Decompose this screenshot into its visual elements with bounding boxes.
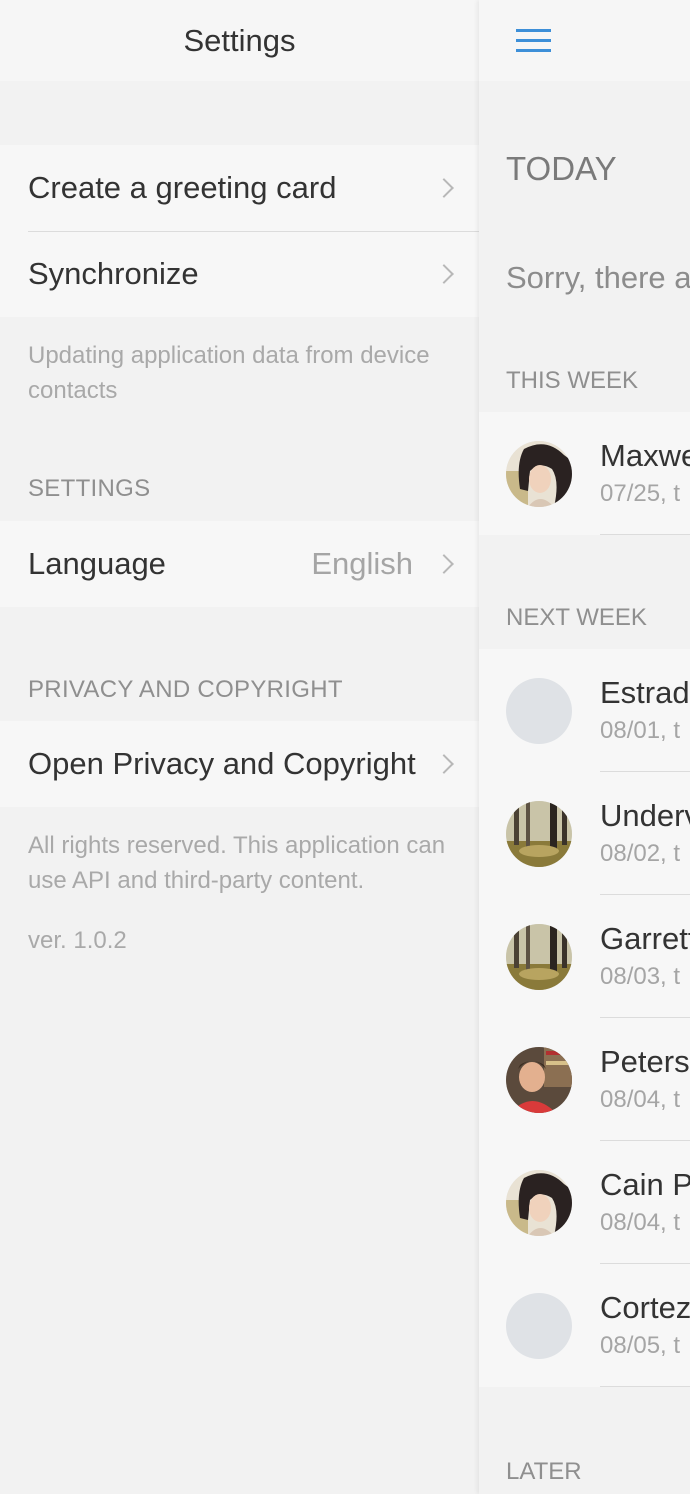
language-label: Language bbox=[28, 546, 166, 581]
divider bbox=[600, 1386, 690, 1387]
avatar bbox=[506, 1170, 572, 1236]
avatar bbox=[506, 441, 572, 507]
avatar-placeholder bbox=[506, 678, 572, 744]
top-settings-group: Create a greeting card Synchronize bbox=[0, 145, 479, 317]
next-week-list: Estrad 08/01, t Underv 08/02, t Garrett … bbox=[479, 649, 690, 1387]
privacy-group: Open Privacy and Copyright bbox=[0, 721, 479, 807]
contact-date: 08/04, t bbox=[600, 1086, 681, 1113]
open-privacy-label: Open Privacy and Copyright bbox=[28, 746, 416, 781]
contact-name: Garrett bbox=[600, 921, 690, 956]
chevron-right-icon bbox=[434, 754, 454, 774]
language-group: Language English bbox=[0, 521, 479, 607]
open-privacy-item[interactable]: Open Privacy and Copyright bbox=[0, 721, 479, 807]
contact-date: 08/03, t bbox=[600, 963, 681, 990]
contact-date: 08/04, t bbox=[600, 1209, 681, 1236]
avatar bbox=[506, 1047, 572, 1113]
avatar bbox=[506, 801, 572, 867]
list-item[interactable]: Underv 08/02, t bbox=[479, 772, 690, 895]
settings-title: Settings bbox=[183, 22, 296, 58]
divider bbox=[600, 534, 690, 535]
contact-date: 07/25, t bbox=[600, 480, 681, 507]
contact-name: Peterso bbox=[600, 1044, 690, 1079]
empty-message: Sorry, there ar bbox=[506, 260, 690, 295]
avatar bbox=[506, 924, 572, 990]
rights-note: All rights reserved. This application ca… bbox=[28, 832, 446, 894]
next-week-label: NEXT WEEK bbox=[506, 604, 647, 631]
list-item[interactable]: Garrett 08/03, t bbox=[479, 895, 690, 1018]
privacy-section-label: PRIVACY AND COPYRIGHT bbox=[28, 676, 343, 703]
avatar-placeholder bbox=[506, 1293, 572, 1359]
language-value: English bbox=[311, 546, 413, 581]
list-item[interactable]: Maxwe 07/25, t bbox=[479, 412, 690, 535]
contact-name: Underv bbox=[600, 798, 690, 833]
contact-date: 08/02, t bbox=[600, 840, 681, 867]
this-week-label: THIS WEEK bbox=[506, 367, 639, 394]
contact-name: Maxwe bbox=[600, 438, 690, 473]
later-label: LATER bbox=[506, 1458, 582, 1485]
version-text: ver. 1.0.2 bbox=[28, 927, 127, 954]
settings-header: Settings bbox=[0, 0, 479, 81]
settings-drawer: Settings Create a greeting card Synchron… bbox=[0, 0, 479, 1494]
settings-section-label: SETTINGS bbox=[28, 475, 151, 502]
synchronize-item[interactable]: Synchronize bbox=[0, 231, 479, 317]
contact-name: Cortez bbox=[600, 1290, 690, 1325]
contact-date: 08/01, t bbox=[600, 717, 681, 744]
this-week-list: Maxwe 07/25, t bbox=[479, 412, 690, 535]
create-greeting-card-item[interactable]: Create a greeting card bbox=[0, 145, 479, 231]
chevron-right-icon bbox=[434, 264, 454, 284]
today-heading: TODAY bbox=[506, 150, 617, 187]
contact-name: Estrad bbox=[600, 675, 690, 710]
chevron-right-icon bbox=[434, 554, 454, 574]
main-panel: TODAY Sorry, there ar THIS WEEK Maxwe 07… bbox=[479, 0, 690, 1494]
list-item[interactable]: Cain P 08/04, t bbox=[479, 1141, 690, 1264]
language-item[interactable]: Language English bbox=[0, 521, 479, 607]
list-item[interactable]: Peterso 08/04, t bbox=[479, 1018, 690, 1141]
synchronize-label: Synchronize bbox=[28, 256, 199, 291]
main-header bbox=[479, 0, 690, 81]
hamburger-menu-icon[interactable] bbox=[516, 29, 551, 52]
contact-name: Cain P bbox=[600, 1167, 690, 1202]
list-item[interactable]: Estrad 08/01, t bbox=[479, 649, 690, 772]
list-item[interactable]: Cortez 08/05, t bbox=[479, 1264, 690, 1387]
create-greeting-card-label: Create a greeting card bbox=[28, 170, 337, 205]
contact-date: 08/05, t bbox=[600, 1332, 681, 1359]
sync-note: Updating application data from device co… bbox=[28, 342, 430, 404]
chevron-right-icon bbox=[434, 178, 454, 198]
